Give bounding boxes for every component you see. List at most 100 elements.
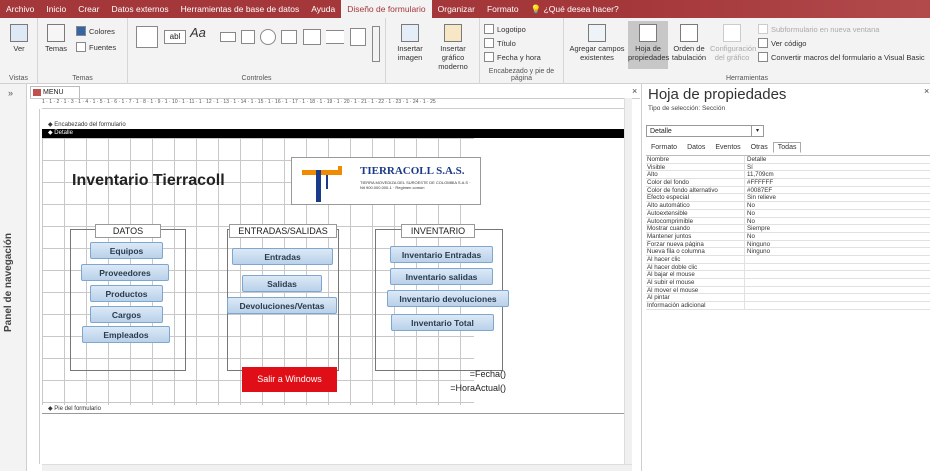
tab-control-icon[interactable]	[241, 30, 255, 44]
label-control-icon[interactable]: Aa	[190, 26, 206, 39]
property-value[interactable]: #0087EF	[745, 187, 930, 194]
fecha-hora-button[interactable]: Fecha y hora	[484, 52, 541, 62]
agregar-campos-button[interactable]: Agregar campos existentes	[568, 24, 626, 62]
menu-herramientas-bd[interactable]: Herramientas de base de datos	[175, 0, 306, 18]
tab-otras[interactable]: Otras	[746, 142, 773, 153]
navigation-control-icon[interactable]	[303, 29, 321, 45]
property-row[interactable]: Al pintar	[646, 294, 930, 303]
inventario-entradas-button[interactable]: Inventario Entradas	[390, 246, 493, 263]
property-row[interactable]: Nombre Detalle	[646, 156, 930, 164]
textbox-control-icon[interactable]: abl	[164, 30, 186, 44]
tab-datos[interactable]: Datos	[682, 142, 710, 153]
menu-ayuda[interactable]: Ayuda	[305, 0, 341, 18]
property-value[interactable]	[745, 302, 930, 309]
convertir-macros-button[interactable]: Convertir macros del formulario a Visual…	[758, 52, 925, 62]
property-row[interactable]: Color de fondo alternativo #0087EF	[646, 186, 930, 195]
fecha-expression-field[interactable]: =Fecha()	[402, 369, 506, 379]
tab-menu[interactable]: MENU	[30, 86, 80, 98]
property-row[interactable]: Color del fondo #FFFFFF	[646, 179, 930, 187]
insertar-grafico-button[interactable]: Insertar gráfico moderno	[430, 24, 476, 71]
menu-archivo[interactable]: Archivo	[0, 0, 40, 18]
colores-button[interactable]: Colores	[76, 26, 115, 36]
property-row[interactable]: Información adicional	[646, 302, 930, 310]
property-value[interactable]	[745, 294, 930, 301]
temas-button[interactable]: Temas	[42, 24, 70, 53]
property-row[interactable]: Al hacer clic	[646, 255, 930, 264]
property-row[interactable]: Alto 11,709cm	[646, 171, 930, 180]
menu-inicio[interactable]: Inicio	[40, 0, 72, 18]
hyperlink-control-icon[interactable]	[260, 29, 276, 45]
property-row[interactable]: Forzar nueva página Ninguno	[646, 240, 930, 249]
property-value[interactable]: 11,709cm	[745, 171, 930, 178]
property-value[interactable]: Detalle	[745, 156, 930, 163]
chevron-down-icon[interactable]: ▾	[751, 126, 763, 136]
proveedores-button[interactable]: Proveedores	[81, 264, 169, 281]
property-row[interactable]: Al subir el mouse	[646, 279, 930, 287]
inventario-salidas-button[interactable]: Inventario salidas	[390, 268, 493, 285]
section-footer-bar[interactable]: ◆ Pie del formulario	[42, 405, 628, 414]
menu-datos-externos[interactable]: Datos externos	[105, 0, 174, 18]
detail-section-canvas[interactable]: Inventario Tierracoll TIERRACOLL S.A.S. …	[42, 138, 628, 405]
property-value[interactable]: #FFFFFF	[745, 179, 930, 186]
option-group-icon[interactable]	[326, 30, 344, 44]
property-value[interactable]: No	[745, 233, 930, 240]
property-value[interactable]	[745, 287, 930, 294]
button-control-icon[interactable]	[220, 32, 236, 42]
property-value[interactable]	[745, 271, 930, 278]
orden-tabulacion-button[interactable]: Orden de tabulación	[670, 24, 708, 62]
property-value[interactable]: Sí	[745, 164, 930, 171]
property-value[interactable]: Ninguno	[745, 241, 930, 248]
empleados-button[interactable]: Empleados	[82, 326, 170, 343]
tab-formato[interactable]: Formato	[646, 142, 682, 153]
property-row[interactable]: Alto automático No	[646, 202, 930, 210]
menu-formato[interactable]: Formato	[481, 0, 525, 18]
property-row[interactable]: Mantener juntos No	[646, 232, 930, 241]
property-row[interactable]: Autocomprimible No	[646, 217, 930, 226]
logotipo-button[interactable]: Logotipo	[484, 24, 526, 34]
menu-diseno-formulario[interactable]: Diseño de formulario	[341, 0, 432, 18]
cargos-button[interactable]: Cargos	[90, 306, 163, 323]
property-value[interactable]	[745, 264, 930, 271]
property-row[interactable]: Al hacer doble clic	[646, 263, 930, 272]
insertar-imagen-button[interactable]: Insertar imagen	[392, 24, 428, 62]
web-browser-control-icon[interactable]	[281, 30, 297, 44]
property-row[interactable]: Autoextensible No	[646, 209, 930, 218]
hora-expression-field[interactable]: =HoraActual()	[402, 383, 506, 393]
expand-nav-icon[interactable]: »	[8, 88, 13, 98]
tab-eventos[interactable]: Eventos	[710, 142, 745, 153]
entradas-button[interactable]: Entradas	[232, 248, 333, 265]
ver-codigo-button[interactable]: Ver código	[758, 38, 806, 48]
property-value[interactable]: Siempre	[745, 225, 930, 232]
menu-organizar[interactable]: Organizar	[432, 0, 481, 18]
configuracion-grafico-button[interactable]: Configuración del gráfico	[710, 24, 756, 62]
titulo-button[interactable]: Título	[484, 38, 516, 48]
equipos-button[interactable]: Equipos	[90, 242, 163, 259]
ver-button[interactable]: Ver	[4, 24, 34, 53]
property-value[interactable]: Sin relieve	[745, 194, 930, 201]
section-detail-bar[interactable]: ◆ Detalle	[42, 129, 628, 138]
property-value[interactable]	[745, 256, 930, 263]
tab-todas[interactable]: Todas	[772, 142, 802, 153]
inventario-total-button[interactable]: Inventario Total	[391, 314, 494, 331]
property-value[interactable]: No	[745, 210, 930, 217]
property-value[interactable]: No	[745, 202, 930, 209]
property-row[interactable]: Al bajar el mouse	[646, 271, 930, 279]
property-row[interactable]: Mostrar cuando Siempre	[646, 225, 930, 233]
menu-crear[interactable]: Crear	[72, 0, 105, 18]
property-row[interactable]: Nueva fila o columna Ninguno	[646, 248, 930, 256]
property-value[interactable]: Ninguno	[745, 248, 930, 255]
salir-windows-button[interactable]: Salir a Windows	[242, 367, 337, 392]
close-property-sheet-icon[interactable]: ×	[924, 86, 929, 96]
property-value[interactable]	[745, 279, 930, 286]
selection-dropdown[interactable]: Detalle ▾	[646, 125, 764, 137]
salidas-button[interactable]: Salidas	[242, 275, 322, 292]
horizontal-scrollbar[interactable]	[42, 464, 632, 471]
vertical-scrollbar[interactable]	[624, 98, 632, 471]
property-row[interactable]: Al mover el mouse	[646, 286, 930, 295]
productos-button[interactable]: Productos	[90, 285, 163, 302]
hoja-propiedades-button[interactable]: Hoja de propiedades	[628, 21, 669, 69]
devoluciones-ventas-button[interactable]: Devoluciones/Ventas	[227, 297, 337, 314]
tell-me-box[interactable]: 💡 ¿Qué desea hacer?	[525, 0, 625, 18]
property-value[interactable]: No	[745, 218, 930, 225]
inventario-devoluciones-button[interactable]: Inventario devoluciones	[387, 290, 509, 307]
